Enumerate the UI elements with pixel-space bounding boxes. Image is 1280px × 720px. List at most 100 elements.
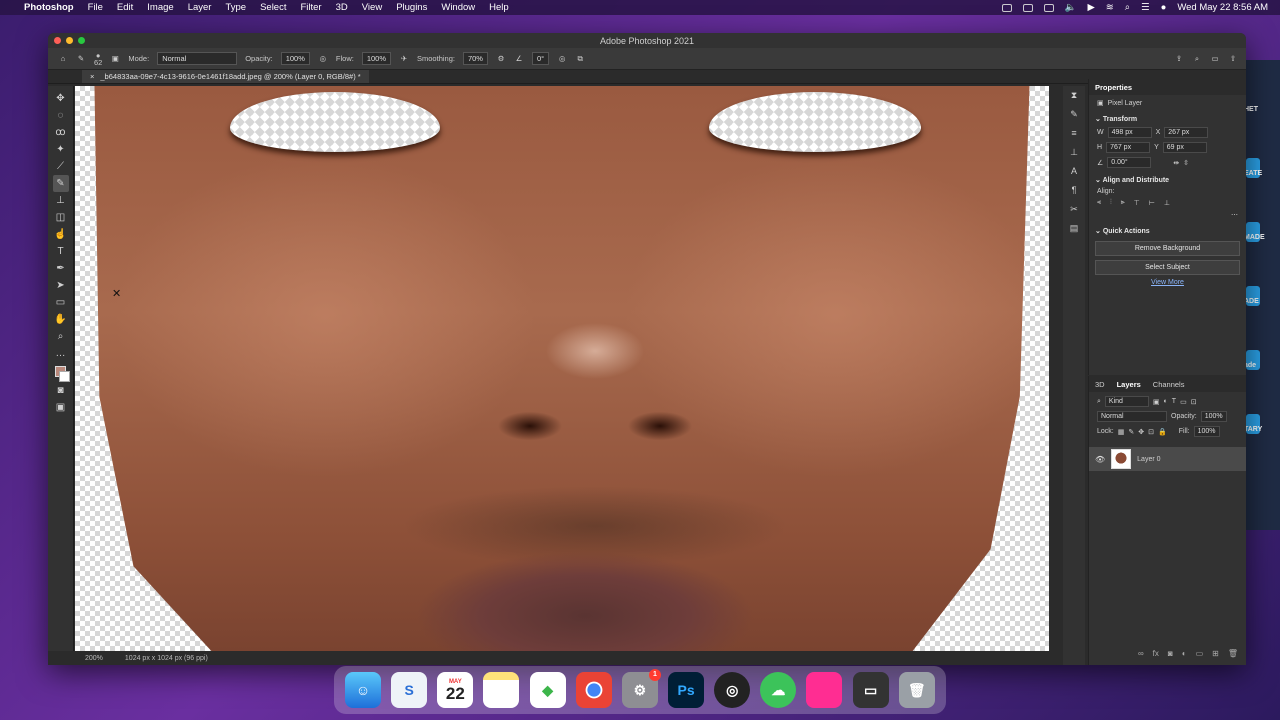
rectangle-tool-icon[interactable]: ▭ — [53, 294, 69, 311]
airbrush-icon[interactable]: ✈ — [399, 54, 409, 64]
search-icon[interactable]: ⌕ — [1192, 54, 1202, 64]
align-section-header[interactable]: ⌄ Align and Distribute — [1089, 170, 1246, 186]
hand-tool-icon[interactable]: ✋ — [53, 311, 69, 328]
filter-pixel-icon[interactable]: ▣ — [1153, 398, 1160, 406]
system-preferences-icon[interactable]: ⚙ 1 — [621, 669, 661, 708]
delete-layer-icon[interactable]: 🗑 — [1228, 649, 1238, 663]
type-tool-icon[interactable]: T — [53, 243, 69, 260]
menu-select[interactable]: Select — [260, 2, 286, 13]
magic-wand-tool-icon[interactable]: ✦ — [53, 141, 69, 158]
lock-all-icon[interactable]: 🔒 — [1158, 428, 1167, 436]
adjustment-layer-icon[interactable]: ◐ — [1182, 649, 1187, 663]
chrome-icon[interactable] — [575, 672, 612, 708]
menu-type[interactable]: Type — [225, 2, 246, 13]
photoshop-icon[interactable]: Ps — [668, 672, 705, 708]
flip-vertical-icon[interactable]: ⇳ — [1183, 159, 1189, 167]
app-menu[interactable]: Photoshop — [24, 2, 74, 13]
symmetry-icon[interactable]: ⧉ — [575, 54, 585, 64]
volume-icon[interactable]: 🔈 — [1065, 2, 1077, 13]
cloud-download-icon[interactable]: ☁ — [760, 672, 797, 708]
align-right-icon[interactable]: ⫸ — [1121, 199, 1125, 207]
kind-filter-select[interactable]: Kind — [1104, 396, 1149, 407]
brush-size-picker[interactable]: ● 62 — [94, 51, 102, 66]
y-input[interactable]: 69 px — [1162, 142, 1207, 153]
view-more-link[interactable]: View More — [1089, 279, 1246, 286]
layer-opacity-input[interactable]: 100% — [1200, 411, 1227, 422]
pink-app-icon[interactable] — [806, 672, 843, 708]
menu-help[interactable]: Help — [489, 2, 509, 13]
brush-tool-icon[interactable]: ✎ — [52, 175, 69, 192]
quick-actions-section-header[interactable]: ⌄ Quick Actions — [1089, 221, 1246, 237]
history-icon[interactable]: ⧗ — [1068, 90, 1080, 103]
lasso-tool-icon[interactable]: ꝏ — [53, 124, 69, 141]
filter-type-icon[interactable]: T — [1172, 398, 1176, 405]
menu-3d[interactable]: 3D — [336, 2, 348, 13]
screen-recorder-icon[interactable]: ▭ — [852, 672, 889, 708]
select-subject-button[interactable]: Select Subject — [1095, 260, 1240, 275]
window-titlebar[interactable]: Adobe Photoshop 2021 — [48, 33, 1246, 48]
wifi-icon[interactable]: ≋ — [1106, 2, 1114, 13]
background-color-swatch[interactable] — [59, 371, 70, 382]
mode-select[interactable]: Normal — [157, 52, 238, 65]
adjustments-icon[interactable]: ≡ — [1068, 128, 1080, 141]
tab-3d[interactable]: 3D — [1095, 380, 1105, 389]
menubar-datetime[interactable]: Wed May 22 8:56 AM — [1177, 2, 1268, 13]
blend-mode-select[interactable]: Normal — [1097, 411, 1167, 422]
finder-icon[interactable]: ☺ — [345, 672, 382, 708]
angle-input[interactable]: 0.00° — [1107, 157, 1152, 168]
smoothing-input[interactable]: 70% — [462, 52, 488, 65]
filter-shape-icon[interactable]: ▭ — [1180, 398, 1187, 406]
menu-image[interactable]: Image — [147, 2, 173, 13]
menu-view[interactable]: View — [362, 2, 382, 13]
align-center-h-icon[interactable]: ⫶ — [1110, 199, 1112, 207]
path-selection-tool-icon[interactable]: ➤ — [53, 277, 69, 294]
transform-section-header[interactable]: ⌄ Transform — [1089, 109, 1246, 125]
home-icon[interactable]: ⌂ — [58, 54, 68, 64]
zoom-tool-icon[interactable]: ⌕ — [53, 328, 69, 345]
zoom-level[interactable]: 200% — [85, 655, 103, 662]
sims-icon[interactable]: ◆ — [529, 672, 566, 708]
pressure-size-icon[interactable]: ◎ — [557, 54, 567, 64]
clone-stamp-tool-icon[interactable]: ⊥ — [53, 192, 69, 209]
height-input[interactable]: 767 px — [1106, 142, 1151, 153]
tab-layers[interactable]: Layers — [1117, 380, 1141, 389]
menu-window[interactable]: Window — [441, 2, 475, 13]
control-center-icon[interactable]: ☰ — [1141, 2, 1150, 13]
angle-input[interactable]: 0° — [531, 52, 550, 65]
lock-paint-icon[interactable]: ✎ — [1128, 428, 1134, 436]
eraser-tool-icon[interactable]: ◫ — [53, 209, 69, 226]
sketch-app-icon[interactable]: S — [391, 672, 428, 708]
zoom-window-button[interactable] — [78, 37, 85, 44]
flow-input[interactable]: 100% — [361, 52, 392, 65]
align-left-icon[interactable]: ⫷ — [1097, 199, 1101, 207]
display-icon[interactable] — [1043, 3, 1054, 12]
search-icon[interactable]: ⌕ — [1125, 2, 1130, 13]
brush-settings-panel-icon[interactable]: ✎ — [1068, 109, 1080, 122]
smudge-tool-icon[interactable]: ☝ — [53, 226, 69, 243]
opacity-input[interactable]: 100% — [280, 52, 310, 65]
visibility-eye-icon[interactable]: 👁 — [1095, 455, 1105, 464]
add-mask-icon[interactable]: ◙ — [1168, 649, 1173, 663]
document-tab[interactable]: × _b64833aa-09e7-4c13-9616-0e1461f18add.… — [82, 70, 369, 83]
siri-icon[interactable]: ● — [1161, 2, 1167, 13]
canvas-area[interactable]: ✕ — [75, 86, 1049, 651]
tab-properties[interactable]: Properties — [1095, 83, 1132, 92]
width-input[interactable]: 498 px — [1107, 127, 1152, 138]
more-options-icon[interactable]: ⋯ — [1231, 211, 1238, 219]
close-tab-icon[interactable]: × — [90, 72, 94, 81]
align-middle-v-icon[interactable]: ⊢ — [1149, 199, 1155, 207]
move-tool-icon[interactable]: ✥ — [53, 90, 69, 107]
brush-settings-icon[interactable]: ▣ — [110, 54, 120, 64]
menu-filter[interactable]: Filter — [300, 2, 321, 13]
screen-mode-icon[interactable]: ▣ — [53, 399, 69, 416]
lock-artboard-icon[interactable]: ⊡ — [1148, 428, 1154, 436]
lock-transparent-icon[interactable]: ▦ — [1118, 428, 1125, 436]
align-bottom-icon[interactable]: ⊥ — [1164, 199, 1170, 207]
smoothing-settings-icon[interactable]: ⚙ — [496, 54, 506, 64]
tab-channels[interactable]: Channels — [1153, 380, 1185, 389]
filter-adjustment-icon[interactable]: ◐ — [1164, 398, 1168, 405]
workspace-icon[interactable]: ▭ — [1210, 54, 1220, 64]
eyedropper-tool-icon[interactable]: ⟋ — [53, 158, 69, 175]
remove-background-button[interactable]: Remove Background — [1095, 241, 1240, 256]
export-icon[interactable]: ⇧ — [1228, 54, 1238, 64]
